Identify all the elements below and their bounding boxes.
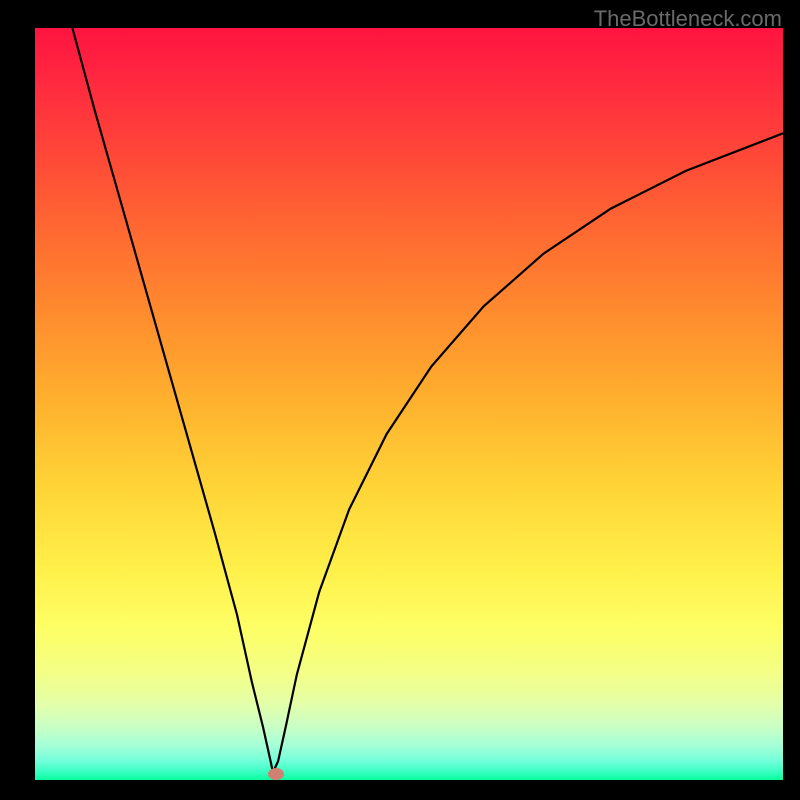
watermark-text: TheBottleneck.com bbox=[594, 6, 782, 32]
optimal-point-marker bbox=[268, 768, 284, 780]
chart-area bbox=[35, 28, 783, 780]
bottleneck-curve bbox=[35, 28, 783, 780]
